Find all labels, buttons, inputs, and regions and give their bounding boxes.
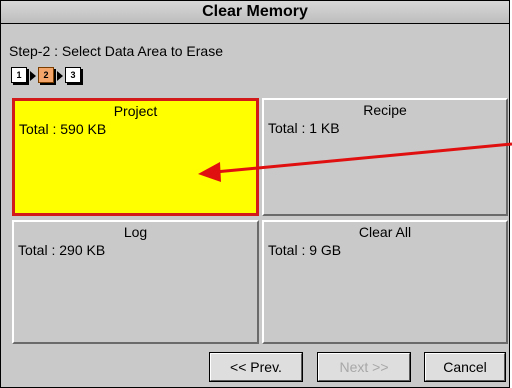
annotation-arrow-icon: [198, 142, 512, 182]
